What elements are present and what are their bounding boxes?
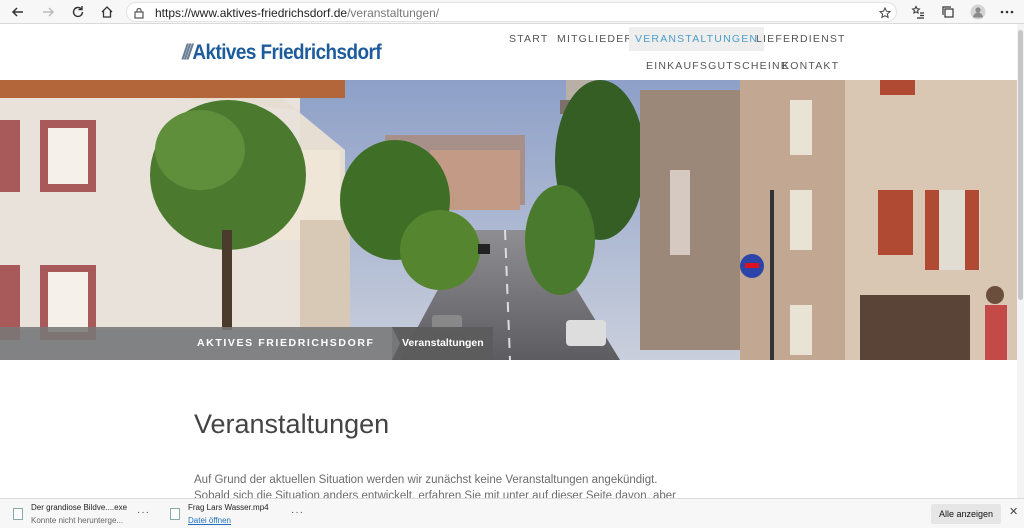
refresh-icon[interactable] <box>67 2 89 22</box>
back-icon[interactable] <box>7 2 29 22</box>
body-text-line-2: Sobald sich die Situation anders entwick… <box>194 490 677 498</box>
logo-slashes: /// <box>182 41 192 64</box>
breadcrumb-arrow-icon <box>392 327 400 360</box>
scrollbar-thumb[interactable] <box>1018 30 1023 300</box>
url-path: /veranstaltungen/ <box>347 6 440 20</box>
download-bar: Der grandiose Bildve....exe Konnte nicht… <box>0 498 1024 528</box>
logo-text: Aktives Friedrichsdorf <box>192 41 382 64</box>
url-host: https://www.aktives-friedrichsdorf.de <box>155 6 348 20</box>
page-title: Veranstaltungen <box>194 409 390 439</box>
favorites-icon[interactable] <box>907 2 929 22</box>
page-scrollbar[interactable] <box>1017 24 1024 498</box>
profile-avatar-icon[interactable] <box>967 2 989 22</box>
nav-mitglieder[interactable]: MITGLIEDER <box>551 27 639 51</box>
website-viewport: ///Aktives Friedrichsdorf START MITGLIED… <box>0 24 1017 498</box>
download-item-1-more-icon[interactable]: ··· <box>137 507 150 518</box>
breadcrumb: AKTIVES FRIEDRICHSDORF Veranstaltungen <box>0 327 493 360</box>
more-menu-icon[interactable] <box>996 2 1018 22</box>
exe-file-icon <box>13 508 23 520</box>
download-item-2-more-icon[interactable]: ··· <box>291 507 304 518</box>
hero-banner: AKTIVES FRIEDRICHSDORF Veranstaltungen <box>0 80 1017 360</box>
nav-kontakt[interactable]: KONTAKT <box>776 54 845 78</box>
favorite-star-icon[interactable] <box>877 3 893 23</box>
breadcrumb-current: Veranstaltungen <box>392 327 493 360</box>
home-icon[interactable] <box>96 2 118 22</box>
forward-icon[interactable] <box>37 2 59 22</box>
download-item-1[interactable]: Der grandiose Bildve....exe Konnte nicht… <box>13 499 153 528</box>
download-item-2[interactable]: Frag Lars Wasser.mp4 Datei öffnen <box>170 499 300 528</box>
nav-start[interactable]: START <box>503 27 554 51</box>
browser-toolbar: https://www.aktives-friedrichsdorf.de/ve… <box>0 0 1024 24</box>
url-text[interactable]: https://www.aktives-friedrichsdorf.de/ve… <box>155 6 439 20</box>
download-item-1-status: Konnte nicht herunterge... <box>31 516 124 525</box>
address-bar[interactable]: https://www.aktives-friedrichsdorf.de/ve… <box>126 2 897 22</box>
show-all-downloads-button[interactable]: Alle anzeigen <box>931 504 1001 524</box>
lock-icon[interactable] <box>131 3 147 23</box>
nav-veranstaltungen[interactable]: VERANSTALTUNGEN <box>629 27 765 51</box>
hero-street-photo <box>0 80 1017 360</box>
body-text-line-1: Auf Grund der aktuellen Situation werden… <box>194 474 658 486</box>
download-item-1-name: Der grandiose Bildve....exe <box>31 503 128 512</box>
breadcrumb-home[interactable]: AKTIVES FRIEDRICHSDORF <box>197 337 375 349</box>
site-logo[interactable]: ///Aktives Friedrichsdorf <box>182 41 382 65</box>
download-item-2-open-link[interactable]: Datei öffnen <box>188 516 231 525</box>
close-download-bar-icon[interactable]: ✕ <box>1009 505 1018 518</box>
download-item-2-name: Frag Lars Wasser.mp4 <box>188 503 269 512</box>
nav-lieferdienst[interactable]: LIEFERDIENST <box>750 27 852 51</box>
nav-einkaufsgutscheine[interactable]: EINKAUFSGUTSCHEINE <box>640 54 795 78</box>
video-file-icon <box>170 508 180 520</box>
collections-icon[interactable] <box>937 2 959 22</box>
